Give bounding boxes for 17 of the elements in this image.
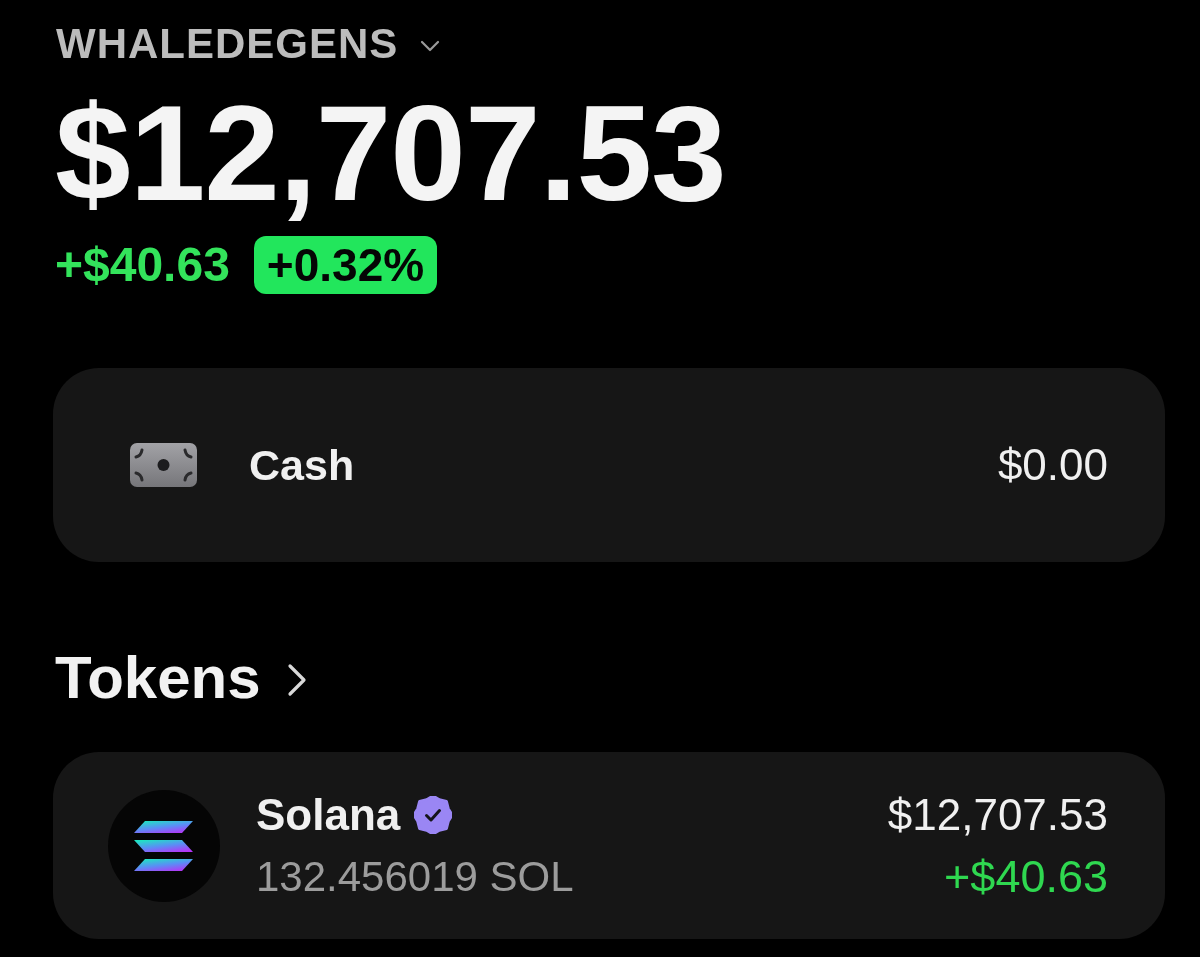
token-card[interactable]: Solana 132.456019 SOL $12,707.53 +$40.63	[53, 752, 1165, 939]
token-name: Solana	[256, 788, 401, 841]
token-value: $12,707.53	[887, 788, 1108, 841]
balance-change: +$40.63	[55, 237, 230, 293]
cash-card[interactable]: Cash $0.00	[53, 368, 1165, 562]
cash-value: $0.00	[997, 440, 1108, 490]
percent-change-badge: +0.32%	[253, 236, 438, 294]
chevron-right-icon	[286, 663, 307, 697]
token-change: +$40.63	[944, 850, 1108, 903]
total-balance: $12,707.53	[54, 85, 726, 221]
account-switcher[interactable]: WHALEDEGENS	[53, 20, 441, 68]
banknote-icon	[130, 443, 197, 487]
cash-label: Cash	[249, 440, 355, 490]
chevron-down-icon	[420, 40, 441, 52]
token-amount: 132.456019 SOL	[256, 851, 574, 902]
tokens-link[interactable]: Tokens	[53, 644, 307, 712]
token-logo-icon	[108, 789, 220, 902]
